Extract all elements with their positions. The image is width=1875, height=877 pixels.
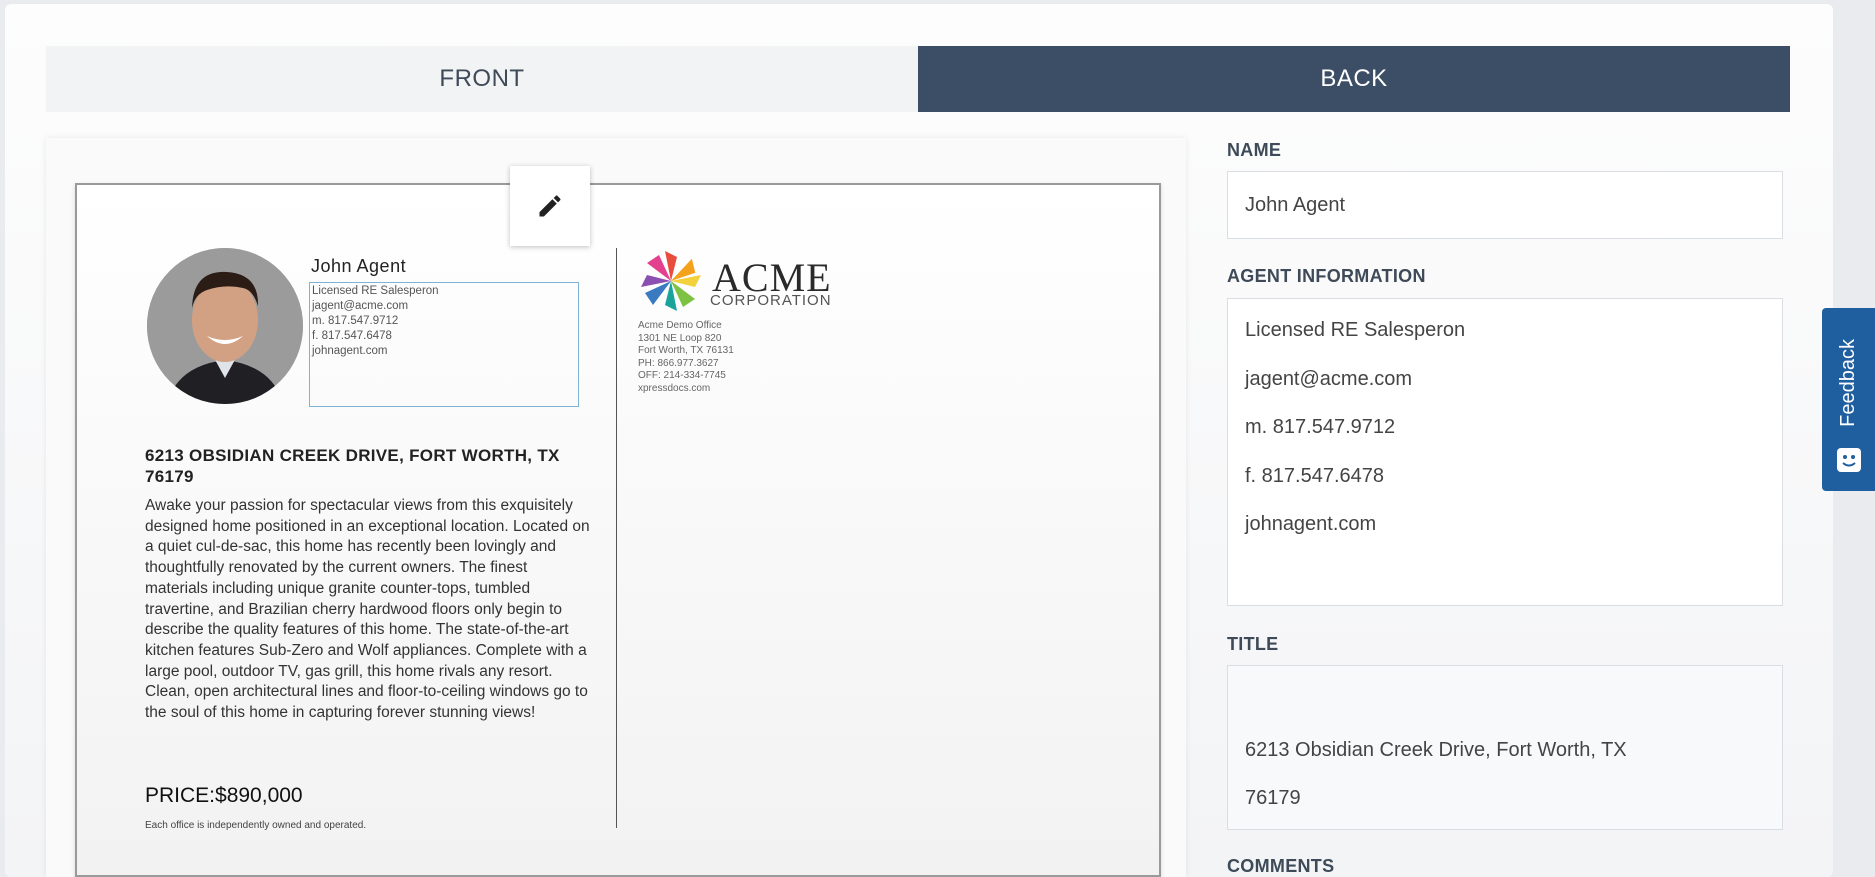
property-description: Awake your passion for spectacular views… — [145, 497, 590, 722]
name-label: NAME — [1227, 140, 1282, 160]
comments-label: COMMENTS — [1227, 856, 1335, 876]
office-line: OFF: 214-334-7745 — [638, 370, 726, 381]
card-info-line: f. 817.547.6478 — [312, 330, 392, 342]
tab-front[interactable]: FRONT — [46, 46, 918, 112]
agent-info-line: m. 817.547.9712 — [1245, 416, 1396, 438]
title-textarea[interactable]: 6213 Obsidian Creek Drive, Fort Worth, T… — [1227, 665, 1783, 830]
office-info: Acme Demo Office 1301 NE Loop 820 Fort W… — [638, 320, 734, 395]
title-line: 76179 — [1245, 787, 1301, 809]
agent-info-textarea[interactable]: Licensed RE Salesperon jagent@acme.com m… — [1227, 298, 1783, 606]
office-line: 1301 NE Loop 820 — [638, 332, 722, 344]
card-agent-info-selected[interactable]: Licensed RE Salesperon jagent@acme.com m… — [309, 282, 579, 407]
pinwheel-logo-icon — [638, 248, 704, 319]
pencil-icon — [539, 195, 561, 217]
title-line: 6213 Obsidian Creek Drive, Fort Worth, T… — [1245, 739, 1627, 761]
agent-info-line: johnagent.com — [1245, 513, 1377, 535]
tab-back[interactable]: BACK — [918, 46, 1790, 112]
card-info-line: jagent@acme.com — [312, 300, 409, 312]
agent-photo — [147, 248, 303, 404]
agent-info-line: Licensed RE Salesperon — [1245, 319, 1466, 341]
feedback-button[interactable]: Feedback — [1822, 308, 1875, 491]
office-line: xpressdocs.com — [638, 382, 711, 394]
property-price: PRICE:$890,000 — [145, 784, 303, 807]
feedback-label: Feedback — [1837, 339, 1859, 427]
card-divider — [616, 248, 617, 828]
office-line: Fort Worth, TX 76131 — [638, 345, 734, 356]
title-label: TITLE — [1227, 634, 1279, 654]
card-info-line: Licensed RE Salesperon — [312, 285, 439, 297]
logo-subtitle: CORPORATION — [710, 292, 832, 309]
smiley-icon — [1836, 448, 1861, 472]
disclaimer: Each office is independently owned and o… — [145, 820, 367, 831]
side-tabs: FRONT BACK — [46, 46, 1790, 112]
office-line: Acme Demo Office — [638, 320, 722, 331]
office-line: PH: 866.977.3627 — [638, 357, 719, 369]
property-title: 6213 OBSIDIAN CREEK DRIVE, FORT WORTH, T… — [145, 446, 560, 486]
name-input[interactable]: John Agent — [1227, 171, 1783, 239]
agent-info-line: f. 817.547.6478 — [1245, 464, 1385, 487]
agent-info-label: AGENT INFORMATION — [1227, 266, 1426, 286]
card-info-line: m. 817.547.9712 — [312, 315, 399, 327]
agent-info-line: jagent@acme.com — [1245, 367, 1413, 390]
card-agent-name: John Agent — [311, 256, 407, 276]
edit-button[interactable] — [510, 166, 590, 246]
card-info-line: johnagent.com — [312, 345, 388, 357]
